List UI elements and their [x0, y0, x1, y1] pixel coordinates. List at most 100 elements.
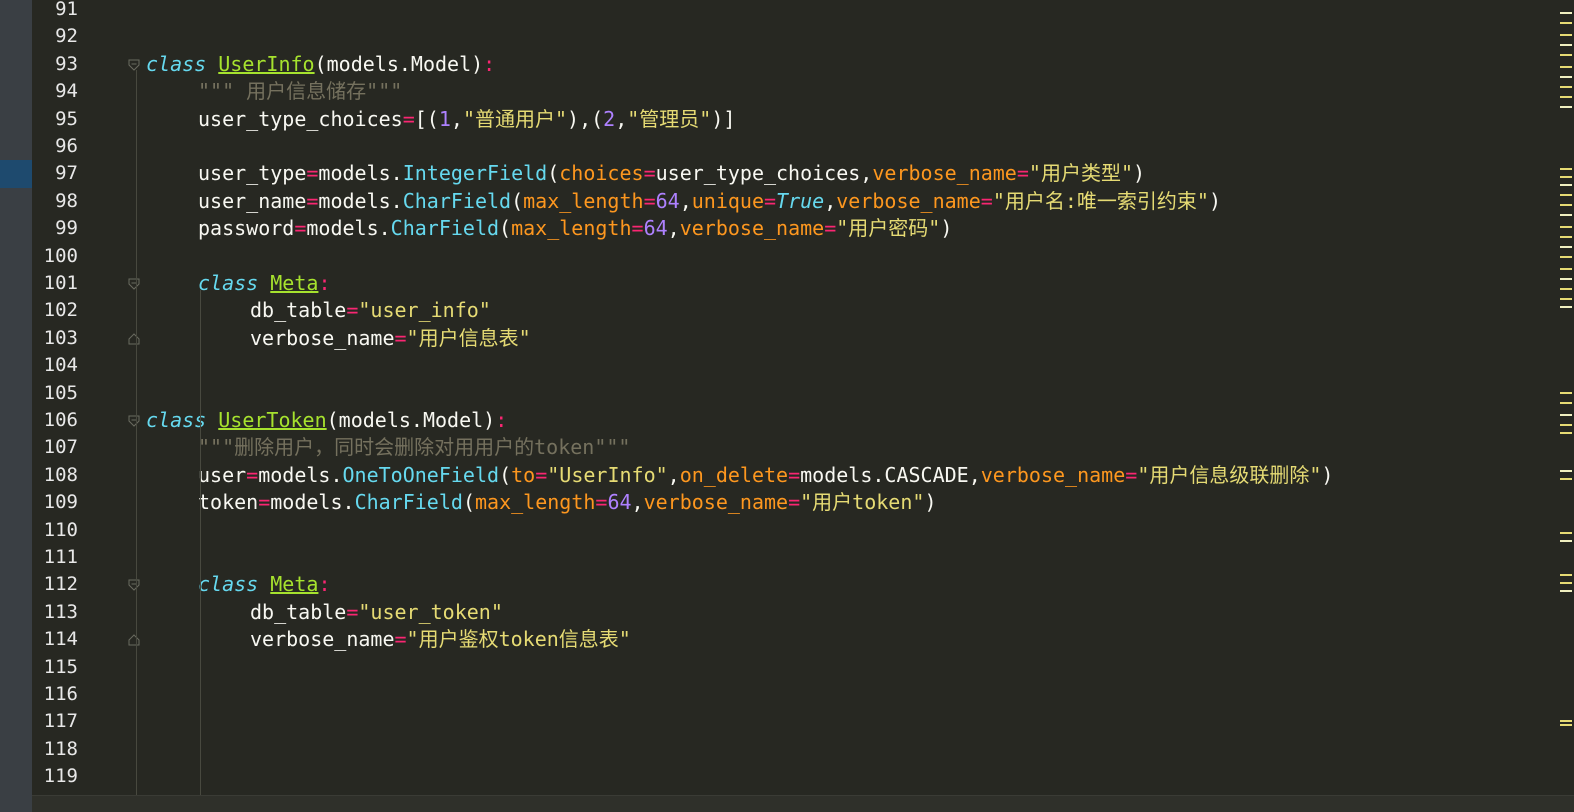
line-number: 99	[55, 217, 78, 240]
fold-collapse-icon[interactable]	[128, 415, 140, 427]
code-token: ,	[667, 216, 680, 241]
code-token: on_delete	[679, 462, 789, 487]
code-token: "UserInfo"	[547, 462, 668, 487]
scroll-marker	[1560, 298, 1572, 300]
code-line[interactable]: 95 user_type_choices=[(1,"普通用户"),(2,"管理员"…	[0, 106, 1540, 133]
code-line[interactable]: 111	[0, 544, 1540, 571]
code-token: ,	[824, 188, 837, 213]
line-number: 106	[43, 409, 78, 431]
line-number: 105	[43, 381, 78, 404]
code-token: UserToken	[218, 408, 327, 432]
code-text: class Meta:	[198, 571, 330, 598]
code-token: OneToOneField	[342, 462, 500, 487]
code-line[interactable]: 108 user=models.OneToOneField(to="UserInf…	[0, 462, 1540, 489]
code-token: "用户信息级联删除"	[1137, 462, 1322, 487]
code-line[interactable]: 102 db_table="user_info"	[0, 297, 1540, 324]
code-line[interactable]: 94 """ 用户信息储存"""	[0, 78, 1540, 105]
code-token: ,	[631, 490, 644, 515]
fold-collapse-icon[interactable]	[128, 579, 140, 592]
code-token: CharField	[390, 216, 500, 241]
code-token: "user_info"	[358, 298, 491, 323]
line-number: 100	[43, 244, 78, 267]
code-line[interactable]: 109 token=models.CharField(max_length=64,…	[0, 489, 1540, 516]
code-token: password	[198, 216, 295, 241]
code-line[interactable]: 105	[0, 380, 1540, 407]
line-number: 117	[43, 710, 78, 733]
code-line[interactable]: 96	[0, 133, 1540, 160]
code-token: verbose_name	[643, 490, 789, 515]
code-line[interactable]: 117	[0, 708, 1540, 735]
code-token: choices	[559, 161, 644, 186]
code-token: verbose_name	[836, 188, 981, 213]
code-line[interactable]: 112 class Meta:	[0, 571, 1540, 598]
code-token: =	[306, 161, 319, 186]
scroll-marker	[1560, 256, 1572, 258]
fold-collapse-icon[interactable]	[128, 59, 140, 71]
line-number: 91	[55, 0, 78, 20]
scroll-marker	[1560, 168, 1572, 170]
line-number: 113	[43, 600, 78, 623]
indent-guide	[200, 290, 201, 795]
code-editor[interactable]: 91 92 93 class UserInfo(models.Model): 94 """…	[0, 0, 1574, 812]
code-text: class UserInfo(models.Model):	[146, 51, 495, 78]
line-number: 107	[43, 436, 78, 459]
line-number: 103	[43, 326, 78, 349]
code-token: max_length	[511, 216, 632, 241]
code-token: models.	[306, 216, 391, 241]
code-token: 1	[438, 106, 451, 131]
scroll-marker	[1560, 414, 1572, 416]
code-line[interactable]: 107 """删除用户，同时会删除对用用户的token"""	[0, 434, 1540, 461]
fold-end-icon[interactable]	[128, 634, 140, 646]
code-line[interactable]: 106 class UserToken(models.Model):	[0, 407, 1540, 434]
code-token: =	[246, 462, 259, 487]
code-token: ,	[679, 188, 692, 213]
code-token: Meta	[270, 572, 319, 597]
code-line[interactable]: 91	[0, 0, 1540, 23]
code-line[interactable]: 119	[0, 763, 1540, 790]
code-line[interactable]: 113 db_table="user_token"	[0, 599, 1540, 626]
code-line[interactable]: 104	[0, 352, 1540, 379]
code-token: ,	[667, 462, 680, 487]
code-line[interactable]: 110	[0, 517, 1540, 544]
line-number: 114	[43, 628, 78, 651]
horizontal-scrollbar[interactable]	[32, 795, 1574, 812]
code-line[interactable]: 116	[0, 681, 1540, 708]
code-token: (	[511, 188, 524, 213]
code-line[interactable]: 114 verbose_name="用户鉴权token信息表"	[0, 626, 1540, 653]
code-token: (	[499, 216, 512, 241]
code-token: )	[1208, 188, 1221, 213]
code-line[interactable]: 92	[0, 23, 1540, 50]
code-text: db_table="user_info"	[250, 297, 491, 324]
scroll-marker	[1560, 424, 1572, 426]
scroll-marker	[1560, 12, 1572, 14]
code-token: user_type	[198, 161, 307, 186]
code-token: class	[198, 271, 259, 295]
code-token: (	[462, 490, 475, 515]
code-line[interactable]: 103 verbose_name="用户信息表"	[0, 325, 1540, 352]
code-line[interactable]: 97 user_type=models.IntegerField(choices=…	[0, 160, 1540, 187]
code-token: 64	[607, 490, 632, 515]
scroll-marker	[1560, 574, 1572, 576]
scroll-marker	[1560, 246, 1572, 248]
fold-end-icon[interactable]	[128, 333, 140, 345]
code-text: db_table="user_token"	[250, 599, 503, 626]
code-line[interactable]: 99 password=models.CharField(max_length=6…	[0, 215, 1540, 242]
code-token: max_length	[523, 188, 644, 213]
code-line[interactable]: 93 class UserInfo(models.Model):	[0, 51, 1540, 78]
code-token: "用户密码"	[836, 216, 941, 241]
error-stripe-scrollbar[interactable]	[1558, 0, 1574, 795]
code-line[interactable]: 100	[0, 243, 1540, 270]
code-line[interactable]: 101 class Meta:	[0, 270, 1540, 297]
code-text: password=models.CharField(max_length=64,…	[198, 215, 952, 242]
code-line[interactable]: 115	[0, 654, 1540, 681]
code-token: =	[1016, 161, 1029, 186]
line-number: 97	[55, 162, 78, 185]
code-text: user_type_choices=[(1,"普通用户"),(2,"管理员")]	[198, 106, 735, 133]
code-token: token	[198, 490, 259, 515]
code-line[interactable]: 118	[0, 736, 1540, 763]
code-line[interactable]: 98 user_name=models.CharField(max_length=…	[0, 188, 1540, 215]
scroll-marker	[1560, 96, 1572, 98]
fold-collapse-icon[interactable]	[128, 278, 140, 290]
code-token: models.	[318, 161, 403, 186]
line-number: 94	[55, 80, 78, 103]
